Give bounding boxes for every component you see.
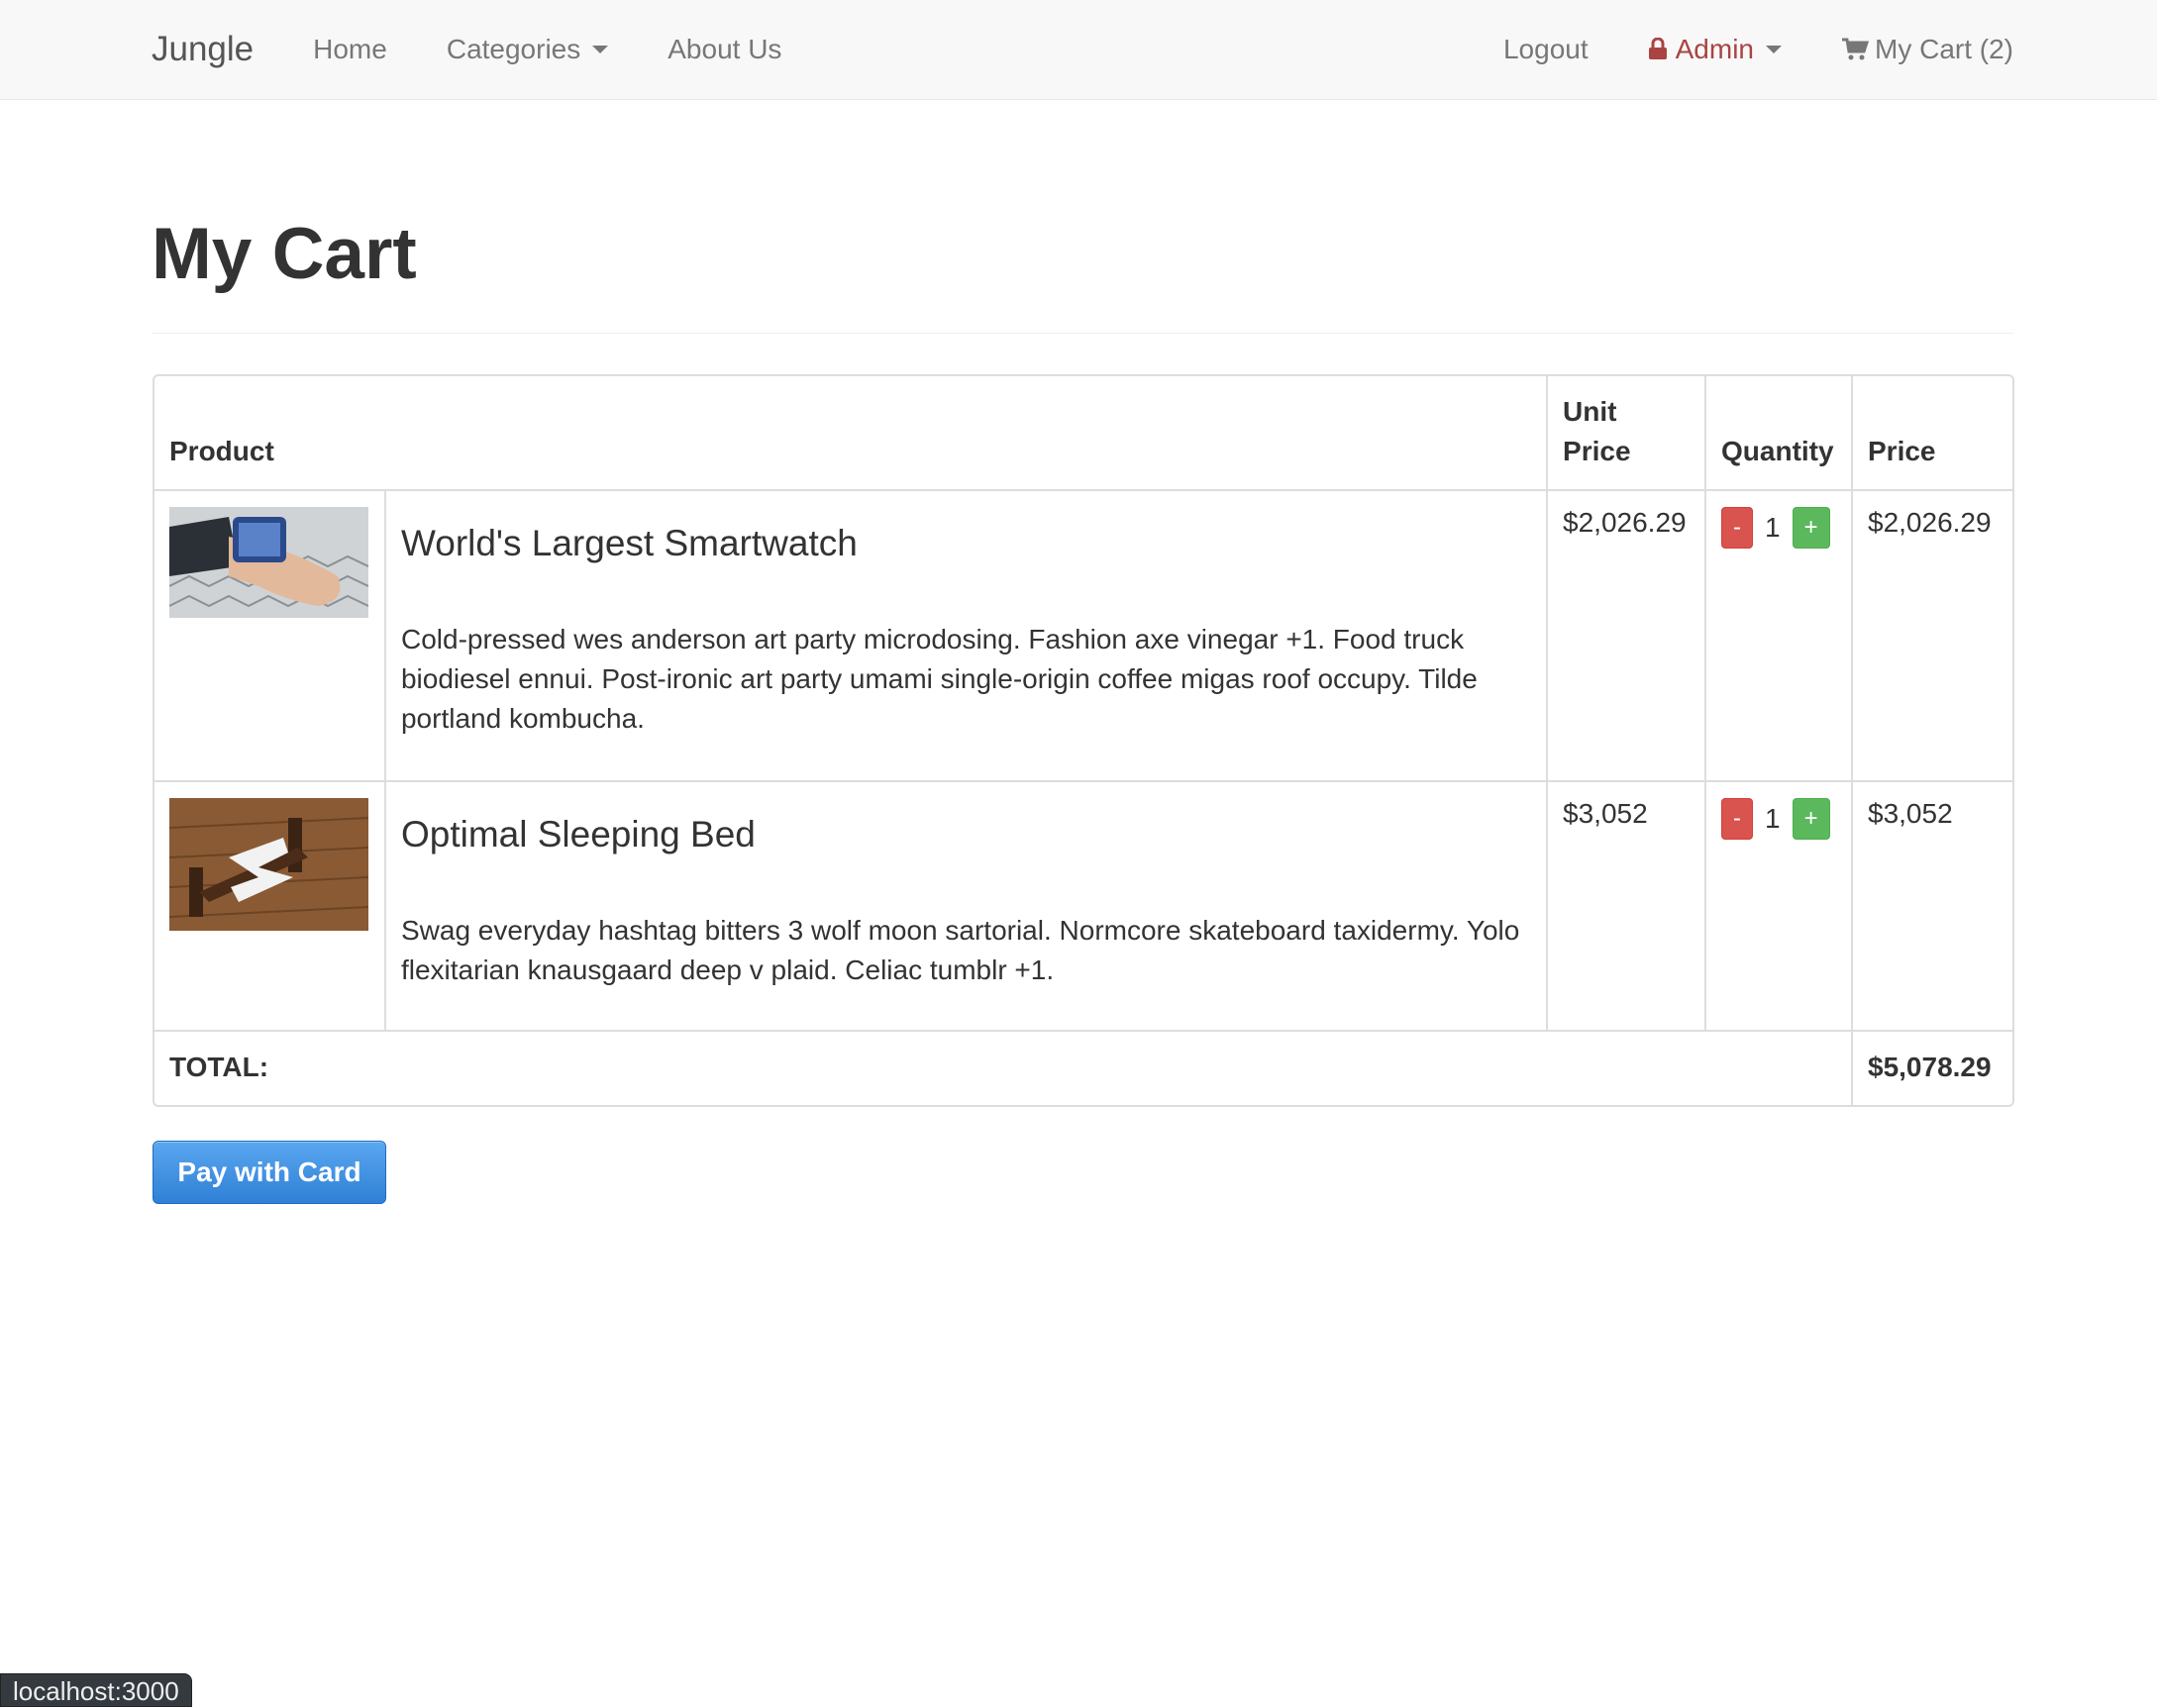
lock-icon bbox=[1648, 38, 1667, 59]
product-info-cell: Optimal Sleeping Bed Swag everyday hasht… bbox=[385, 782, 1549, 1032]
navbar: Jungle Home Categories About Us Logout A… bbox=[0, 0, 2157, 100]
increase-quantity-button[interactable]: + bbox=[1792, 507, 1830, 549]
decrease-quantity-button[interactable]: - bbox=[1721, 507, 1754, 549]
product-name[interactable]: Optimal Sleeping Bed bbox=[401, 814, 1531, 855]
product-description: Cold-pressed wes anderson art party micr… bbox=[400, 624, 1478, 734]
product-info-cell: World's Largest Smartwatch Cold-pressed … bbox=[385, 491, 1549, 782]
decrease-quantity-button[interactable]: - bbox=[1721, 798, 1754, 840]
nav-left: Jungle Home Categories About Us bbox=[152, 0, 841, 99]
header-quantity: Quantity bbox=[1706, 376, 1853, 491]
quantity-stepper: - 1 + bbox=[1721, 507, 1836, 549]
price-cell: $3,052 bbox=[1853, 782, 2012, 1032]
nav-categories-dropdown[interactable]: Categories bbox=[446, 34, 609, 65]
quantity-stepper: - 1 + bbox=[1721, 798, 1836, 840]
total-label: TOTAL: bbox=[154, 1032, 1853, 1105]
quantity-value: 1 bbox=[1765, 803, 1781, 834]
total-row: TOTAL: $5,078.29 bbox=[154, 1032, 2012, 1105]
product-description: Swag everyday hashtag bitters 3 wolf moo… bbox=[400, 915, 1520, 985]
title-divider bbox=[152, 333, 2013, 334]
nav-logout-link[interactable]: Logout bbox=[1503, 34, 1589, 65]
product-thumbnail-cell bbox=[154, 782, 386, 1032]
nav-about-link[interactable]: About Us bbox=[668, 34, 781, 65]
total-value: $5,078.29 bbox=[1868, 1052, 1992, 1082]
chevron-down-icon bbox=[592, 46, 609, 53]
navbar-inner: Jungle Home Categories About Us Logout A… bbox=[152, 0, 2013, 99]
nav-cart-label: My Cart (2) bbox=[1875, 34, 2013, 64]
nav-admin-label: Admin bbox=[1675, 34, 1754, 64]
header-unit-price: Unit Price bbox=[1548, 376, 1707, 491]
table-row: World's Largest Smartwatch Cold-pressed … bbox=[154, 491, 2012, 782]
quantity-value: 1 bbox=[1765, 512, 1781, 543]
unit-price-cell: $3,052 bbox=[1548, 782, 1707, 1032]
bed-image bbox=[169, 798, 368, 931]
cart-table: Product Unit Price Quantity Price World'… bbox=[153, 374, 2014, 1107]
quantity-cell: - 1 + bbox=[1706, 782, 1853, 1032]
page-title: My Cart bbox=[152, 214, 417, 294]
browser-status-bar: localhost:3000 bbox=[0, 1673, 192, 1707]
table-header-row: Product Unit Price Quantity Price bbox=[154, 376, 2012, 491]
quantity-cell: - 1 + bbox=[1706, 491, 1853, 782]
header-price: Price bbox=[1853, 376, 2012, 491]
unit-price-cell: $2,026.29 bbox=[1548, 491, 1707, 782]
chevron-down-icon bbox=[1766, 46, 1782, 53]
increase-quantity-button[interactable]: + bbox=[1792, 798, 1830, 840]
nav-admin-dropdown[interactable]: Admin bbox=[1648, 34, 1782, 65]
header-product: Product bbox=[154, 376, 1549, 491]
nav-categories-label: Categories bbox=[446, 34, 581, 64]
brand-link[interactable]: Jungle bbox=[152, 30, 254, 69]
nav-home-link[interactable]: Home bbox=[313, 34, 387, 65]
table-row: Optimal Sleeping Bed Swag everyday hasht… bbox=[154, 782, 2012, 1032]
product-thumbnail-cell bbox=[154, 491, 386, 782]
price-cell: $2,026.29 bbox=[1853, 491, 2012, 782]
product-name[interactable]: World's Largest Smartwatch bbox=[401, 523, 1531, 564]
smartwatch-image bbox=[169, 507, 368, 618]
nav-right: Logout Admin My Cart (2) bbox=[1444, 0, 2013, 99]
nav-cart-link[interactable]: My Cart (2) bbox=[1841, 34, 2013, 65]
pay-with-card-button[interactable]: Pay with Card bbox=[153, 1141, 386, 1204]
cart-icon bbox=[1842, 38, 1869, 60]
